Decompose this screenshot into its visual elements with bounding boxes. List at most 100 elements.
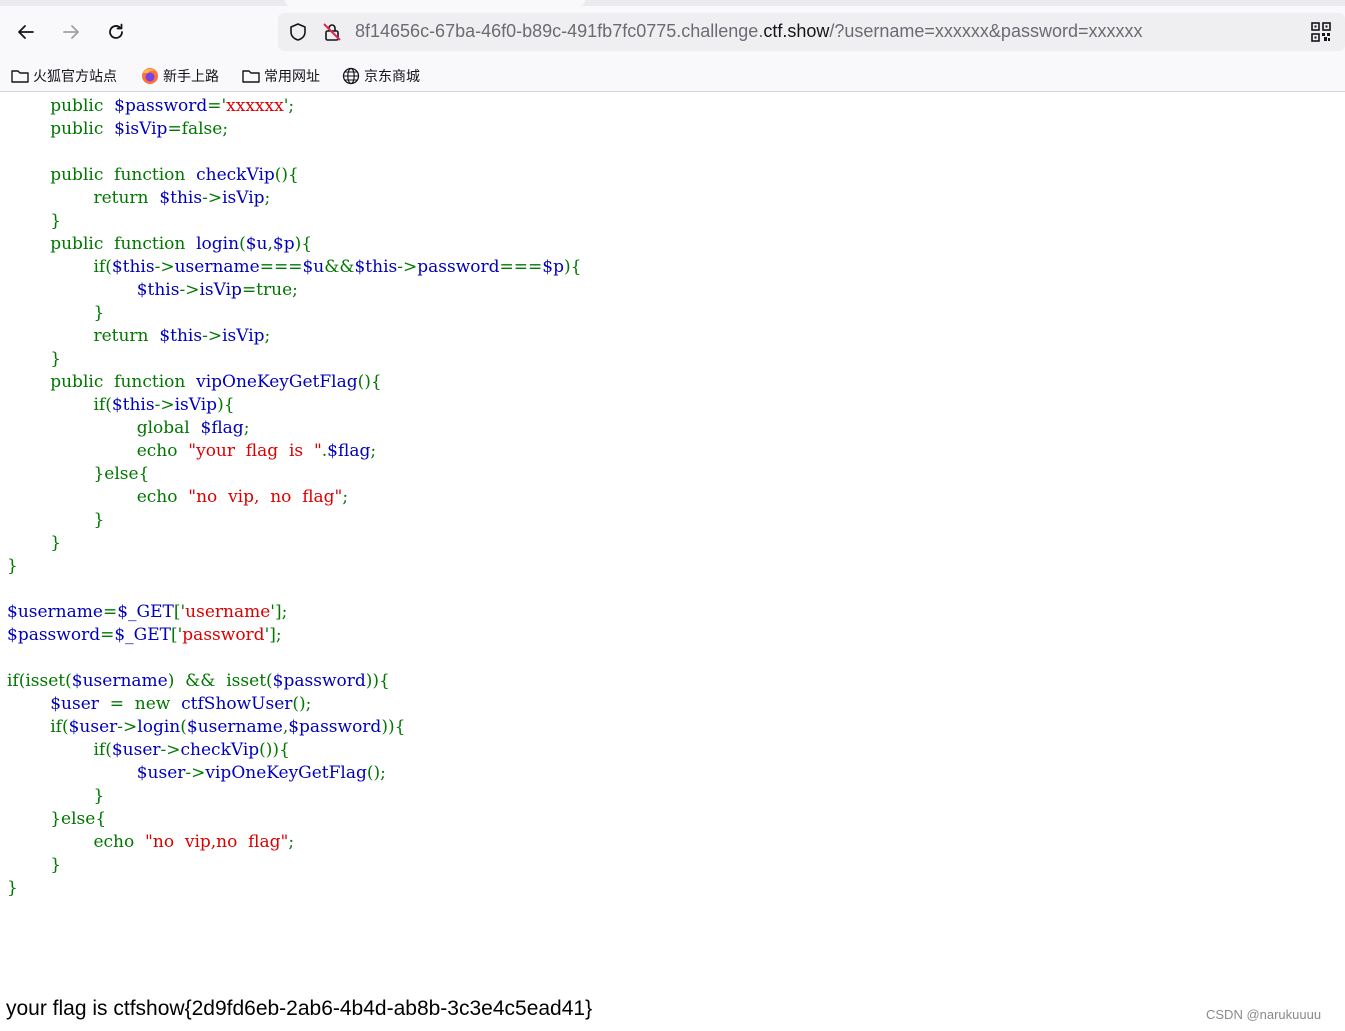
url-prefix: 8f14656c-67ba-46f0-b89c-491fb7fc0775.cha… <box>355 21 764 41</box>
code-line: }else{ <box>7 808 581 831</box>
code-token: } <box>7 211 62 231</box>
insecure-lock-icon[interactable] <box>322 22 342 42</box>
code-token: public <box>7 96 115 116</box>
url-text[interactable]: 8f14656c-67ba-46f0-b89c-491fb7fc0775.cha… <box>355 21 1142 42</box>
code-token: "no vip, no flag" <box>188 487 343 507</box>
bookmark-firefox-site[interactable]: 火狐官方站点 <box>11 65 117 87</box>
code-line: global $flag; <box>7 417 581 440</box>
code-token: ']; <box>264 625 282 645</box>
code-token: login <box>137 717 181 737</box>
url-bar[interactable]: 8f14656c-67ba-46f0-b89c-491fb7fc0775.cha… <box>278 13 1345 51</box>
code-line: echo "your flag is ".$flag; <box>7 440 581 463</box>
code-token: echo <box>7 487 189 507</box>
code-token: ']; <box>270 602 288 622</box>
bookmarks-toolbar: 火狐官方站点 新手上路 常用网址 京东商城 <box>0 62 1345 92</box>
code-token: $this <box>111 257 155 277</box>
arrow-left-icon <box>18 25 34 39</box>
code-token: password <box>182 625 265 645</box>
code-token: ctfShowUser <box>181 694 293 714</box>
code-token: vipOneKeyGetFlag <box>205 763 367 783</box>
code-token: ){ <box>294 234 313 254</box>
tab-strip <box>0 0 1345 6</box>
csdn-watermark: CSDN @narukuuuu <box>1206 1007 1322 1022</box>
shield-icon[interactable] <box>288 22 308 42</box>
code-token: === <box>259 257 303 277</box>
bookmark-label: 火狐官方站点 <box>33 68 117 84</box>
code-token: xxxxxx <box>229 92 287 93</box>
code-token: '; <box>287 92 297 93</box>
bookmark-label: 常用网址 <box>264 68 320 84</box>
code-token: $user <box>50 694 99 714</box>
bookmark-common-sites[interactable]: 常用网址 <box>242 65 320 87</box>
code-token: (); <box>366 763 386 783</box>
code-line: } <box>7 302 581 325</box>
code-token: return <box>7 188 160 208</box>
bookmark-getting-started[interactable]: 新手上路 <box>141 65 219 87</box>
globe-icon <box>342 67 360 85</box>
code-token: (); <box>292 694 312 714</box>
code-token: [' <box>173 602 186 622</box>
code-token: public function <box>7 372 197 392</box>
code-token: ( <box>239 234 246 254</box>
code-token: public function <box>7 165 197 185</box>
code-token: -> <box>185 763 206 783</box>
code-token: $flag <box>327 441 371 461</box>
code-token: -> <box>117 717 138 737</box>
code-token: $this <box>159 188 203 208</box>
code-token: } <box>7 855 62 875</box>
qr-code-icon[interactable] <box>1311 22 1331 42</box>
code-line: if($user->login($username,$password)){ <box>7 716 581 739</box>
code-line: public function login($u,$p){ <box>7 233 581 256</box>
code-line: public function checkVip(){ <box>7 164 581 187</box>
code-token: $u <box>302 257 325 277</box>
reload-button[interactable] <box>101 17 131 47</box>
code-line: }else{ <box>7 463 581 486</box>
code-token: $username <box>114 92 210 93</box>
code-line: } <box>7 877 581 900</box>
code-token: global <box>7 418 201 438</box>
code-token: =true; <box>241 280 298 300</box>
code-token: $user <box>68 717 118 737</box>
flag-output: your flag is ctfshow{2d9fd6eb-2ab6-4b4d-… <box>6 997 593 1020</box>
code-token: -> <box>397 257 418 277</box>
code-token: '; <box>283 96 295 116</box>
code-token: login <box>196 234 240 254</box>
code-line: public function vipOneKeyGetFlag(){ <box>7 371 581 394</box>
folder-icon <box>11 70 29 83</box>
folder-icon <box>242 70 260 83</box>
code-token: =false; <box>167 119 229 139</box>
code-line: if($user->checkVip()){ <box>7 739 581 762</box>
code-token: if( <box>7 395 112 415</box>
active-tab[interactable] <box>285 0 585 6</box>
code-token: $isVip <box>114 119 168 139</box>
reload-icon <box>109 23 123 39</box>
code-token: isVip <box>222 326 265 346</box>
code-token: -> <box>202 188 223 208</box>
code-token: )){ <box>365 671 390 691</box>
code-token: echo <box>7 832 146 852</box>
code-line: if(isset($username) && isset($password))… <box>7 670 581 693</box>
code-token: } <box>7 878 18 898</box>
code-token: = <box>102 602 118 622</box>
code-token: $username <box>186 717 283 737</box>
code-token: checkVip <box>180 740 260 760</box>
code-line: } <box>7 348 581 371</box>
code-token: public function <box>7 234 197 254</box>
code-token: $user <box>111 740 161 760</box>
url-host: ctf.show <box>763 21 830 41</box>
forward-button[interactable] <box>56 17 86 47</box>
back-button[interactable] <box>11 17 41 47</box>
code-token: $user <box>136 763 186 783</box>
code-line: public $isVip=false; <box>7 118 581 141</box>
code-token: $this <box>159 326 203 346</box>
code-line: return $this->isVip; <box>7 325 581 348</box>
code-token: $flag <box>200 418 244 438</box>
page-content: public $username='xxxxxx'; public $passw… <box>0 92 1345 1031</box>
code-token: ; <box>370 441 377 461</box>
code-line: } <box>7 532 581 555</box>
code-token: $username <box>7 602 103 622</box>
code-token: $this <box>136 280 180 300</box>
bookmark-jd-mall[interactable]: 京东商城 <box>342 65 420 87</box>
